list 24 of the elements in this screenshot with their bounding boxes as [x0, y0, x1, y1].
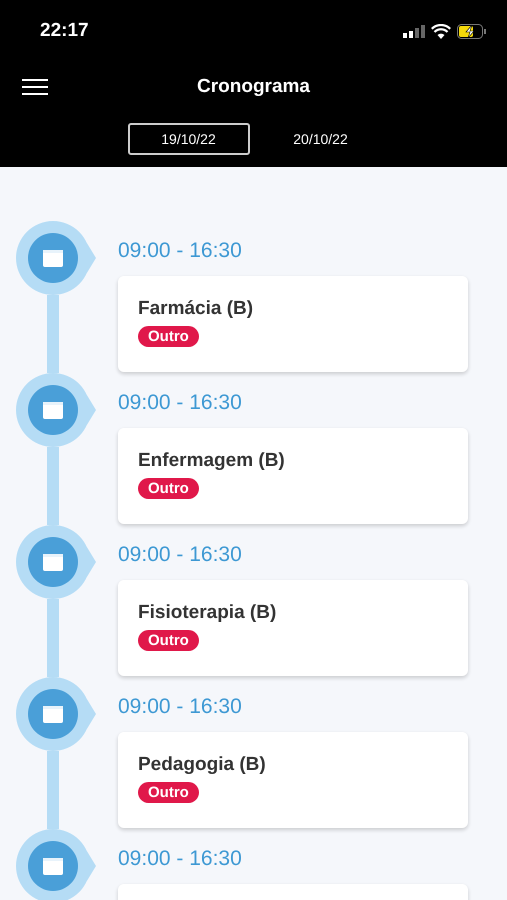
event-title: Farmácia (B) — [138, 297, 254, 321]
screen-title: Cronograma — [197, 74, 310, 99]
event-card[interactable]: Farmácia (B) Outro — [118, 276, 468, 372]
category-tag: Outro — [138, 782, 199, 803]
battery-charging-icon — [457, 24, 487, 38]
time-range: 09:00 - 16:30 — [118, 390, 243, 416]
menu-icon[interactable] — [22, 79, 48, 95]
date-tab[interactable]: 19/10/22 — [128, 123, 250, 155]
event-title: Enfermagem (B) — [138, 449, 285, 473]
time-range: 09:00 - 16:30 — [118, 694, 243, 720]
category-tag: Outro — [138, 630, 199, 651]
event-card[interactable]: Enfermagem (B) Outro — [118, 428, 468, 524]
event-card[interactable]: Fisioterapia (B) Outro — [118, 580, 468, 676]
category-tag: Outro — [138, 478, 199, 499]
event-card[interactable]: Pedagogia (B) Outro — [118, 732, 468, 828]
wifi-icon — [431, 24, 451, 38]
signal-icon — [403, 24, 425, 38]
category-tag: Outro — [138, 326, 199, 347]
time-range: 09:00 - 16:30 — [118, 238, 243, 264]
time-range: 09:00 - 16:30 — [118, 846, 243, 872]
event-title: Fisioterapia (B) — [138, 601, 276, 625]
status-time: 22:17 — [40, 18, 89, 43]
time-range: 09:00 - 16:30 — [118, 542, 243, 568]
event-title: Pedagogia (B) — [138, 753, 266, 777]
